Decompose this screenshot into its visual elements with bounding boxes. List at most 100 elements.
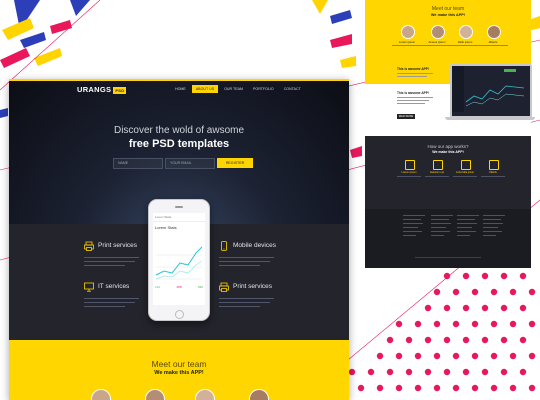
nav-item-contact[interactable]: CONTACT bbox=[280, 85, 305, 93]
pink-dot bbox=[452, 320, 460, 328]
footer-column bbox=[431, 215, 453, 239]
pink-dot bbox=[471, 320, 479, 328]
member-description-line bbox=[392, 45, 422, 46]
pink-dot bbox=[471, 288, 479, 296]
app-stats: 120 458 520 bbox=[155, 285, 203, 289]
text-line bbox=[397, 100, 429, 101]
stat-value: 458 bbox=[176, 285, 182, 289]
pink-dot bbox=[452, 288, 460, 296]
pink-dot bbox=[490, 384, 498, 392]
pink-dot bbox=[519, 368, 527, 376]
member-name: Ameoe ipsum bbox=[428, 40, 446, 44]
avatar[interactable] bbox=[459, 25, 473, 39]
name-input[interactable]: NAME bbox=[113, 158, 163, 169]
nav-item-portfolio[interactable]: PORTFOLIO bbox=[249, 85, 278, 93]
avatar[interactable] bbox=[249, 389, 269, 400]
pink-dot bbox=[433, 320, 441, 328]
footer-links bbox=[365, 209, 531, 268]
pink-dot bbox=[395, 320, 403, 328]
pink-dot bbox=[386, 368, 394, 376]
pink-dot bbox=[443, 336, 451, 344]
pink-dot-pattern bbox=[348, 272, 536, 392]
app-title: Lorem Stats bbox=[155, 225, 177, 230]
email-input[interactable]: YOUR EMAIL bbox=[165, 158, 215, 169]
member-name: Lorem ipsum bbox=[398, 40, 416, 44]
pink-dot bbox=[471, 384, 479, 392]
pink-dot bbox=[376, 352, 384, 360]
pink-dot bbox=[528, 352, 536, 360]
pink-dot bbox=[509, 288, 517, 296]
pink-dot bbox=[424, 368, 432, 376]
pink-dot bbox=[357, 384, 365, 392]
step-text-line bbox=[397, 176, 421, 177]
side-app-preview: This is awsome APP! This is awsome APP! … bbox=[365, 62, 535, 136]
pink-dot bbox=[519, 272, 527, 280]
pink-dot bbox=[481, 272, 489, 280]
main-landing-preview: URANGS PSD HOME ABOUT US OUR TEAM PORTFOL… bbox=[9, 79, 349, 400]
nav-item-about-us[interactable]: ABOUT US bbox=[191, 85, 219, 93]
feature-text-lines bbox=[84, 298, 142, 312]
feature-title: Mobile devices bbox=[233, 242, 276, 249]
main-nav: HOME ABOUT US OUR TEAM PORTFOLIO CONTACT bbox=[171, 85, 305, 93]
nav-item-home[interactable]: HOME bbox=[171, 85, 190, 93]
step-icon bbox=[489, 160, 499, 170]
footer-divider bbox=[415, 257, 481, 258]
step-icon bbox=[461, 160, 471, 170]
side-team-title: Meet our team bbox=[431, 6, 465, 12]
feature-title: Print services bbox=[233, 283, 273, 290]
text-line bbox=[397, 103, 425, 104]
team-title: Meet our team bbox=[151, 359, 207, 369]
avatar[interactable] bbox=[431, 25, 445, 39]
register-button[interactable]: REGISTER bbox=[217, 158, 253, 168]
brand-logo[interactable]: URANGS PSD bbox=[77, 85, 127, 94]
pink-dot bbox=[395, 384, 403, 392]
pink-dot bbox=[481, 304, 489, 312]
hero-subtitle: free PSD templates bbox=[128, 138, 230, 150]
app-line-chart bbox=[155, 246, 203, 280]
stat-value: 120 bbox=[155, 285, 161, 289]
phone-home-button bbox=[175, 310, 184, 319]
pink-dot bbox=[414, 352, 422, 360]
section-heading: This is awsome APP! bbox=[397, 67, 429, 71]
hero-title: Discover the wold of awsome bbox=[113, 125, 245, 136]
pink-dot bbox=[500, 336, 508, 344]
read-more-button[interactable]: READ MORE bbox=[397, 114, 415, 119]
avatar[interactable] bbox=[487, 25, 501, 39]
avatar[interactable] bbox=[401, 25, 415, 39]
phone-screen: Lorem Stats Lorem Stats 120 458 520 bbox=[153, 213, 205, 305]
pink-dot bbox=[462, 368, 470, 376]
pink-dot bbox=[348, 368, 356, 376]
pink-dot bbox=[528, 384, 536, 392]
pink-dot bbox=[500, 368, 508, 376]
text-line bbox=[397, 97, 433, 98]
avatar[interactable] bbox=[145, 389, 165, 400]
step-text-line bbox=[453, 176, 477, 177]
member-name: Hello ipsum bbox=[457, 40, 473, 44]
side-team-subtitle: We make this APP! bbox=[430, 13, 466, 17]
app-header: Lorem Stats bbox=[153, 213, 205, 222]
member-description-line bbox=[422, 45, 452, 46]
pink-dot bbox=[481, 368, 489, 376]
pink-dot bbox=[443, 304, 451, 312]
pink-dot bbox=[528, 288, 536, 296]
pink-dot bbox=[424, 336, 432, 344]
mobile-icon bbox=[221, 241, 227, 251]
how-title: How our app works? bbox=[427, 144, 469, 149]
pink-dot bbox=[509, 352, 517, 360]
pink-dot bbox=[462, 272, 470, 280]
pink-dot bbox=[471, 352, 479, 360]
member-description-line bbox=[478, 45, 508, 46]
nav-item-our-team[interactable]: OUR TEAM bbox=[220, 85, 247, 93]
pink-dot bbox=[386, 336, 394, 344]
pink-dot bbox=[519, 336, 527, 344]
pink-dot bbox=[452, 352, 460, 360]
feature-title: Print services bbox=[98, 242, 138, 249]
avatar[interactable] bbox=[195, 389, 215, 400]
pink-dot bbox=[433, 384, 441, 392]
footer-column bbox=[457, 215, 479, 239]
pink-dot bbox=[490, 288, 498, 296]
pink-dot bbox=[395, 352, 403, 360]
avatar[interactable] bbox=[91, 389, 111, 400]
register-form: NAME YOUR EMAIL REGISTER bbox=[113, 158, 253, 169]
step-text-line bbox=[425, 176, 449, 177]
